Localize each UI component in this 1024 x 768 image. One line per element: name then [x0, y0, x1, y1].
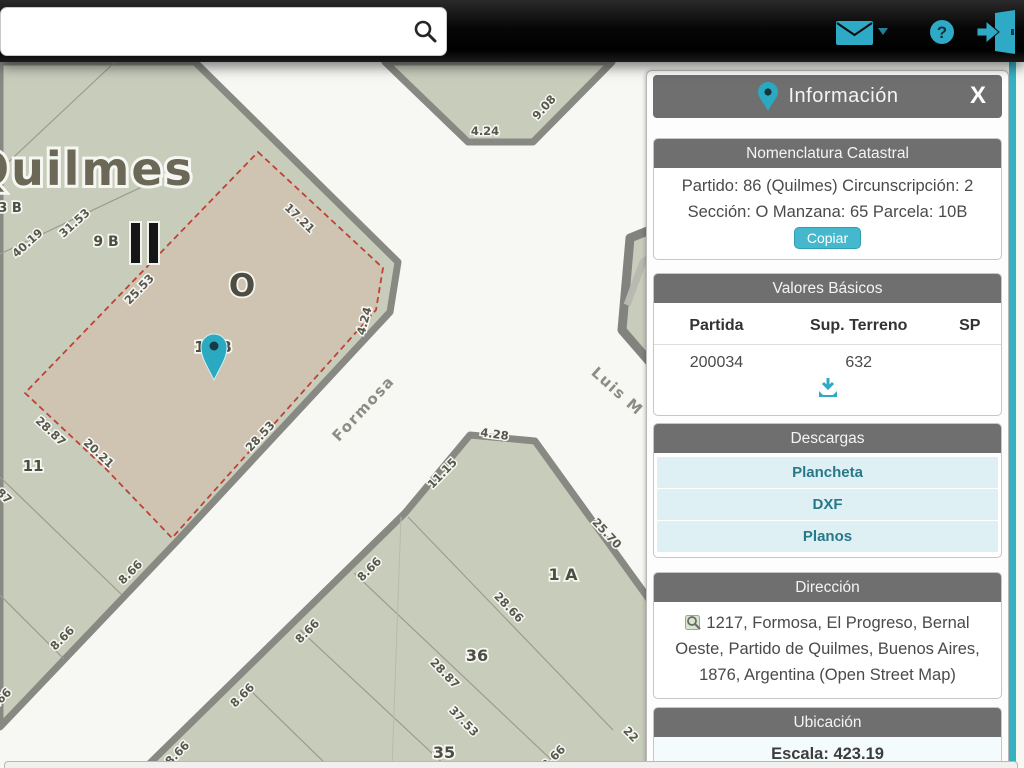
- parcel-label-36: 36: [466, 646, 488, 665]
- vertical-scrollbar[interactable]: [1009, 62, 1016, 762]
- parcel-label-9b: 9 B: [93, 234, 118, 250]
- search-input[interactable]: [13, 8, 407, 57]
- column-header-sp: SP: [938, 307, 1001, 345]
- parcel-label-11: 11: [23, 457, 44, 475]
- direccion-text: 1217, Formosa, El Progreso, Bernal Oeste…: [675, 614, 980, 684]
- nomenclatura-line-2: Sección: O Manzana: 65 Parcela: 10B: [687, 203, 968, 221]
- horizontal-scrollbar[interactable]: [4, 761, 1018, 768]
- search-box[interactable]: [0, 7, 447, 57]
- download-dxf-button[interactable]: DXF: [657, 489, 998, 520]
- top-toolbar: ?: [0, 0, 1024, 62]
- section-ubicacion-title: Ubicación: [654, 708, 1001, 737]
- copy-button[interactable]: Copiar: [793, 227, 862, 249]
- download-plancheta-button[interactable]: Plancheta: [657, 457, 998, 488]
- column-header-partida: Partida: [654, 307, 779, 345]
- map-search-icon: [685, 615, 702, 630]
- logout-icon: [976, 10, 1015, 54]
- nomenclatura-line-1: Partido: 86 (Quilmes) Circunscripción: 2: [681, 177, 974, 195]
- section-direccion-title: Dirección: [654, 573, 1001, 602]
- nomenclatura-body: Partido: 86 (Quilmes) Circunscripción: 2…: [654, 168, 1001, 259]
- download-planos-button[interactable]: Planos: [657, 521, 998, 552]
- valores-table: Partida Sup. Terreno SP 200034 632: [654, 307, 1001, 374]
- cell-partida: 200034: [689, 354, 744, 371]
- city-label-quilmes: Quilmes: [0, 142, 194, 196]
- help-button[interactable]: ?: [929, 19, 955, 48]
- section-nomenclatura: Nomenclatura Catastral Partido: 86 (Quil…: [653, 138, 1002, 260]
- column-header-sup-terreno: Sup. Terreno: [778, 307, 939, 345]
- cell-sp: [939, 345, 1001, 375]
- table-row: 200034 632: [654, 345, 1001, 375]
- section-nomenclatura-title: Nomenclatura Catastral: [654, 139, 1001, 168]
- measurement-label: 4.24: [471, 124, 499, 138]
- parcel-label-3b: 3 B: [0, 201, 22, 216]
- close-icon[interactable]: X: [964, 81, 992, 111]
- section-valores-title: Valores Básicos: [654, 274, 1001, 303]
- parcel-label-35: 35: [433, 743, 455, 762]
- caret-down-icon: [878, 28, 888, 35]
- logout-button[interactable]: [975, 9, 1019, 58]
- download-icon[interactable]: [817, 378, 839, 401]
- app-window: QuilmesFormosaLuis M3 B9 BO10 B111 A3635…: [0, 0, 1024, 768]
- cell-sup-terreno: 632: [845, 354, 873, 371]
- section-descargas: Descargas Plancheta DXF Planos: [653, 423, 1002, 558]
- pin-icon: [757, 81, 778, 111]
- info-panel-header: Información X: [653, 75, 1002, 118]
- direccion-body: 1217, Formosa, El Progreso, Bernal Oeste…: [654, 602, 1001, 698]
- section-direccion: Dirección 1217, Formosa, El Progreso, Be…: [653, 572, 1002, 699]
- section-valores: Valores Básicos Partida Sup. Terreno SP …: [653, 273, 1002, 416]
- parcel-label-1a: 1 A: [548, 565, 578, 584]
- panel-title: Información: [788, 85, 899, 107]
- svg-text:?: ?: [937, 23, 947, 42]
- section-label-o: O: [229, 268, 255, 304]
- mail-menu-button[interactable]: [836, 20, 888, 49]
- info-panel: Información X Nomenclatura Catastral Par…: [646, 70, 1009, 768]
- mail-icon: [836, 21, 873, 45]
- search-icon[interactable]: [412, 18, 438, 44]
- section-ubicacion: Ubicación Escala: 423.19: [653, 707, 1002, 768]
- section-descargas-title: Descargas: [654, 424, 1001, 453]
